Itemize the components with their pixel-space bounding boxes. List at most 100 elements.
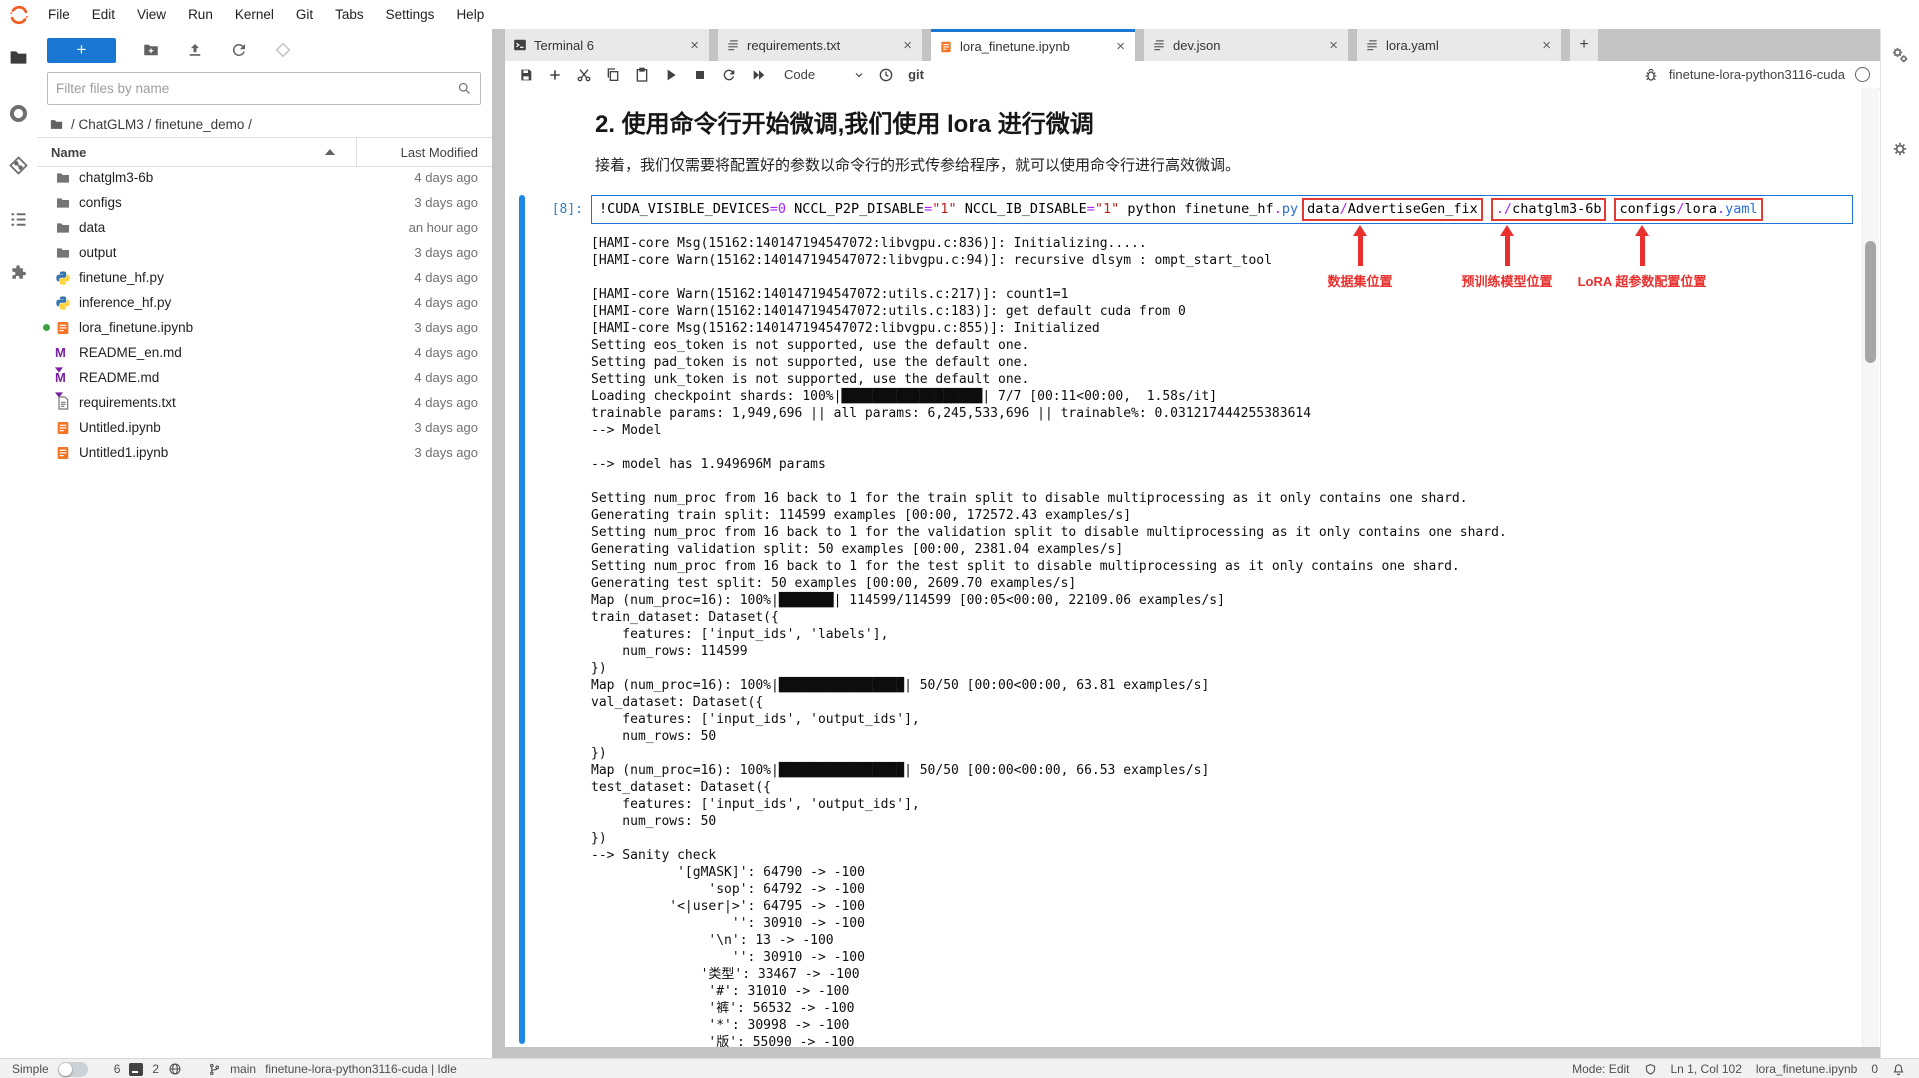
file-row-configs[interactable]: configs 3 days ago <box>37 190 492 215</box>
menu-edit[interactable]: Edit <box>81 0 126 29</box>
tab-dev-json[interactable]: dev.json × <box>1144 29 1348 61</box>
breadcrumb[interactable]: / ChatGLM3 / finetune_demo / <box>49 113 252 135</box>
tab-terminal-6[interactable]: Terminal 6 × <box>505 29 709 61</box>
debugger-bug-icon[interactable] <box>1643 67 1659 83</box>
terminal-icon[interactable] <box>129 1063 143 1076</box>
file-browser-panel: + / ChatGLM3 / finetune_demo / <box>37 29 492 1058</box>
file-row-chatglm3-6b[interactable]: chatglm3-6b 4 days ago <box>37 165 492 190</box>
file-row-readme-en-md[interactable]: M README_en.md 4 days ago <box>37 340 492 365</box>
close-tab-icon[interactable]: × <box>901 37 914 54</box>
menu-settings[interactable]: Settings <box>375 0 446 29</box>
refresh-icon[interactable] <box>230 41 248 59</box>
cell-type-dropdown[interactable]: Code <box>784 67 815 82</box>
file-row-untitled-ipynb[interactable]: Untitled.ipynb 3 days ago <box>37 415 492 440</box>
kernel-count[interactable]: 6 <box>114 1062 121 1076</box>
simple-mode-toggle[interactable] <box>58 1062 88 1077</box>
close-tab-icon[interactable]: × <box>1327 37 1340 54</box>
file-browser-icon[interactable] <box>8 47 29 68</box>
execution-time-icon[interactable] <box>878 67 894 83</box>
kernel-name-label[interactable]: finetune-lora-python3116-cuda <box>1669 67 1845 82</box>
file-row-untitled1-ipynb[interactable]: Untitled1.ipynb 3 days ago <box>37 440 492 465</box>
vertical-scrollbar[interactable] <box>1862 88 1879 1047</box>
run-cell-icon[interactable] <box>663 67 679 83</box>
file-row-inference-hf-py[interactable]: inference_hf.py 4 days ago <box>37 290 492 315</box>
close-tab-icon[interactable]: × <box>1540 37 1553 54</box>
menu-kernel[interactable]: Kernel <box>224 0 285 29</box>
chevron-down-icon[interactable] <box>853 69 865 81</box>
running-sessions-icon[interactable] <box>8 103 29 124</box>
text-editor-icon <box>1365 38 1379 52</box>
menu-view[interactable]: View <box>126 0 177 29</box>
tab-lora-yaml[interactable]: lora.yaml × <box>1357 29 1561 61</box>
notification-count[interactable]: 0 <box>1871 1062 1878 1076</box>
new-launcher-button[interactable]: + <box>47 38 116 63</box>
folder-icon <box>55 170 71 186</box>
menu-git[interactable]: Git <box>285 0 324 29</box>
cursor-position[interactable]: Ln 1, Col 102 <box>1671 1062 1742 1076</box>
add-cell-icon[interactable] <box>547 67 563 83</box>
cell-output-text: [HAMI-core Msg(15162:140147194547072:lib… <box>591 235 1862 1047</box>
menu-tabs[interactable]: Tabs <box>324 0 375 29</box>
paste-cell-icon[interactable] <box>634 67 650 83</box>
notebook-file-icon <box>55 420 71 436</box>
new-folder-icon[interactable] <box>142 41 160 59</box>
python-file-icon <box>55 270 71 286</box>
file-list-header: Name Last Modified <box>37 137 492 167</box>
bell-icon[interactable] <box>1892 1063 1905 1076</box>
scrollbar-thumb[interactable] <box>1865 241 1876 363</box>
kernel-session-status[interactable]: finetune-lora-python3116-cuda | Idle <box>265 1062 457 1076</box>
filter-files-input[interactable] <box>48 81 457 96</box>
file-row-output[interactable]: output 3 days ago <box>37 240 492 265</box>
breadcrumb-path[interactable]: / ChatGLM3 / finetune_demo / <box>71 117 252 132</box>
active-file-name: lora_finetune.ipynb <box>1756 1062 1857 1076</box>
add-tab-button[interactable]: + <box>1570 29 1598 61</box>
restart-kernel-icon[interactable] <box>721 67 737 83</box>
tab-lora-finetune-ipynb[interactable]: lora_finetune.ipynb × <box>931 29 1135 61</box>
kernel-indicator: finetune-lora-python3116-cuda <box>1643 67 1880 83</box>
stop-kernel-icon[interactable] <box>692 67 708 83</box>
property-inspector-gears-icon[interactable] <box>1890 45 1910 65</box>
file-row-data[interactable]: data an hour ago <box>37 215 492 240</box>
column-header-name[interactable]: Name <box>37 145 86 160</box>
markdown-paragraph: 接着，我们仅需要将配置好的参数以命令行的形式传参给程序，就可以使用命令行进行高效… <box>595 154 1240 175</box>
file-row-finetune-hf-py[interactable]: finetune_hf.py 4 days ago <box>37 265 492 290</box>
close-tab-icon[interactable]: × <box>688 37 701 54</box>
git-toolbar-button[interactable]: git <box>908 67 924 82</box>
file-row-requirements-txt[interactable]: requirements.txt 4 days ago <box>37 390 492 415</box>
home-folder-icon <box>49 117 64 132</box>
copy-cell-icon[interactable] <box>605 67 621 83</box>
kernel-status-circle-icon[interactable] <box>1855 67 1870 82</box>
upload-icon[interactable] <box>186 41 204 59</box>
code-line[interactable]: !CUDA_VISIBLE_DEVICES=0 NCCL_P2P_DISABLE… <box>592 198 1767 221</box>
cell-execution-prompt: [8]: <box>531 202 583 217</box>
panel-splitter[interactable] <box>492 29 505 1058</box>
gear-icon[interactable] <box>1890 139 1910 159</box>
code-cell-editor[interactable]: !CUDA_VISIBLE_DEVICES=0 NCCL_P2P_DISABLE… <box>591 195 1853 224</box>
active-cell-collapser[interactable] <box>519 195 525 1044</box>
cut-cell-icon[interactable] <box>576 67 592 83</box>
file-row-readme-md[interactable]: M README.md 4 days ago <box>37 365 492 390</box>
git-branch-name[interactable]: main <box>230 1062 256 1076</box>
git-branch-icon[interactable] <box>208 1063 221 1076</box>
git-panel-icon[interactable] <box>8 155 29 176</box>
menu-run[interactable]: Run <box>177 0 224 29</box>
menu-bar: File Edit View Run Kernel Git Tabs Setti… <box>0 0 1919 30</box>
save-icon[interactable] <box>518 67 534 83</box>
annotated-arg-lora-config: configs/lora.yaml <box>1614 198 1762 221</box>
menu-file[interactable]: File <box>37 0 81 29</box>
git-clone-icon <box>274 41 292 59</box>
table-of-contents-icon[interactable] <box>8 209 29 230</box>
tab-requirements-txt[interactable]: requirements.txt × <box>718 29 922 61</box>
menu-help[interactable]: Help <box>445 0 495 29</box>
close-tab-icon[interactable]: × <box>1114 38 1127 55</box>
command-mode-indicator[interactable]: Mode: Edit <box>1572 1062 1629 1076</box>
restart-run-all-icon[interactable] <box>750 67 768 83</box>
right-activity-bar <box>1880 29 1919 1058</box>
column-header-modified[interactable]: Last Modified <box>401 145 478 160</box>
extensions-icon[interactable] <box>8 263 29 284</box>
folder-icon <box>55 245 71 261</box>
terminal-count[interactable]: 2 <box>152 1062 159 1076</box>
file-row-lora-finetune-ipynb[interactable]: lora_finetune.ipynb 3 days ago <box>37 315 492 340</box>
language-globe-icon[interactable] <box>168 1062 182 1076</box>
folder-icon <box>55 195 71 211</box>
